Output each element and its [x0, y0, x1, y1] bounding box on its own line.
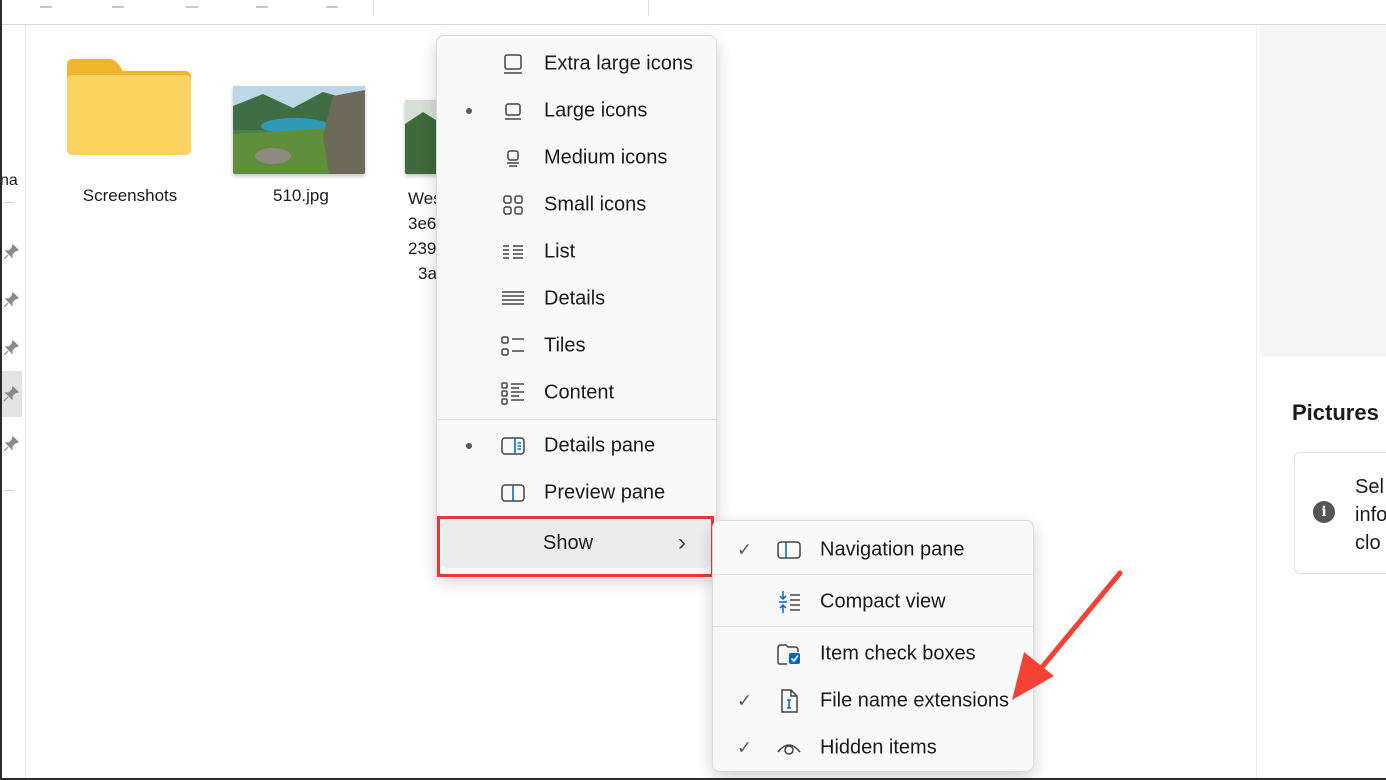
pin-icon[interactable] [2, 435, 20, 453]
menu-item-label: List [544, 240, 576, 262]
item-check-boxes-icon [777, 642, 801, 666]
show-submenu: ✓ Navigation pane Compact view Item chec… [712, 520, 1034, 772]
menu-separator [713, 574, 1033, 575]
menu-item-medium-icons[interactable]: Medium icons [437, 134, 716, 181]
small-icons-icon [501, 193, 525, 217]
menu-item-show[interactable]: Show › [442, 520, 710, 568]
menu-item-label: Show [543, 532, 594, 554]
menu-item-details-pane[interactable]: Details pane [437, 422, 716, 469]
toolbar-divider [648, 0, 649, 16]
submenu-item-label: Compact view [820, 590, 946, 612]
submenu-item-hidden-items[interactable]: ✓ Hidden items [713, 724, 1033, 771]
menu-item-label: Small icons [544, 193, 647, 215]
menu-item-label: Content [544, 381, 615, 403]
toolbar-cut-icon[interactable] [40, 2, 52, 8]
menu-item-content[interactable]: Content [437, 369, 716, 416]
toolbar-paste-icon[interactable] [186, 2, 198, 8]
submenu-item-label: Hidden items [820, 736, 937, 758]
pin-icon[interactable] [2, 339, 20, 357]
selected-dot-icon [466, 442, 472, 449]
details-pane-preview [1260, 25, 1386, 357]
toolbar [0, 0, 1386, 25]
nav-item-selected[interactable] [0, 371, 22, 417]
content-icon [501, 381, 525, 405]
image-thumbnail [233, 86, 365, 174]
menu-item-label: Details [544, 287, 606, 309]
submenu-item-compact-view[interactable]: Compact view [713, 578, 1033, 625]
nav-divider [4, 202, 14, 203]
submenu-item-label: Navigation pane [820, 538, 965, 560]
menu-separator [437, 419, 716, 420]
list-icon [501, 240, 525, 264]
details-pane-title: Pictures [1292, 400, 1379, 425]
details-icon [501, 287, 525, 311]
menu-item-preview-pane[interactable]: Preview pane [437, 469, 716, 516]
menu-item-list[interactable]: List [437, 228, 716, 275]
menu-item-label: Medium icons [544, 146, 668, 168]
menu-item-extra-large-icons[interactable]: Extra large icons [437, 40, 716, 87]
menu-item-label: Preview pane [544, 481, 666, 503]
tiles-icon [501, 334, 525, 358]
navigation-pane: na [0, 25, 26, 778]
large-icons-icon [501, 99, 525, 123]
submenu-item-label: File name extensions [820, 689, 1009, 711]
nav-divider [4, 490, 14, 491]
view-menu: Extra large icons Large icons Medium ico… [436, 35, 717, 575]
details-pane-divider[interactable] [1256, 25, 1257, 778]
info-icon: i [1313, 501, 1335, 523]
menu-item-small-icons[interactable]: Small icons [437, 181, 716, 228]
navigation-pane-icon [777, 538, 801, 562]
menu-item-label: Tiles [544, 334, 586, 356]
details-pane-icon [501, 434, 525, 458]
preview-pane-icon [501, 481, 525, 505]
file-name: 510.jpg [273, 186, 329, 205]
toolbar-copy-icon[interactable] [112, 2, 124, 8]
menu-item-label: Details pane [544, 434, 656, 456]
medium-icons-icon [501, 146, 525, 170]
file-name: Screenshots [82, 186, 178, 205]
menu-item-label: Large icons [544, 99, 648, 121]
info-text-line: info [1355, 504, 1386, 526]
folder-icon [67, 59, 191, 155]
toolbar-share-icon[interactable] [326, 2, 338, 8]
menu-separator [437, 517, 716, 518]
image-thumbnail [405, 100, 439, 174]
menu-item-tiles[interactable]: Tiles [437, 322, 716, 369]
file-name-extensions-icon [777, 688, 801, 713]
submenu-item-item-check-boxes[interactable]: Item check boxes [713, 630, 1033, 677]
toolbar-divider [373, 0, 374, 16]
submenu-item-navigation-pane[interactable]: ✓ Navigation pane [713, 526, 1033, 573]
submenu-item-file-name-extensions[interactable]: ✓ File name extensions [713, 677, 1033, 724]
selected-dot-icon [466, 107, 472, 114]
menu-separator [713, 626, 1033, 627]
pin-icon[interactable] [2, 291, 20, 309]
nav-item-label[interactable]: na [0, 172, 18, 190]
menu-item-large-icons[interactable]: Large icons [437, 87, 716, 134]
hidden-items-icon [777, 736, 801, 760]
info-text-line: clo [1355, 532, 1381, 554]
menu-item-details[interactable]: Details [437, 275, 716, 322]
extra-large-icons-icon [501, 52, 525, 76]
check-icon: ✓ [737, 690, 753, 710]
pin-icon[interactable] [2, 243, 20, 261]
toolbar-rename-icon[interactable] [256, 2, 268, 8]
menu-item-label: Extra large icons [544, 52, 693, 74]
info-text-line: Sel [1355, 476, 1384, 498]
submenu-item-label: Item check boxes [820, 642, 976, 664]
pin-icon [3, 385, 20, 402]
check-icon: ✓ [737, 539, 753, 559]
check-icon: ✓ [737, 737, 753, 757]
chevron-right-icon: › [678, 529, 686, 556]
compact-view-icon [777, 590, 801, 614]
